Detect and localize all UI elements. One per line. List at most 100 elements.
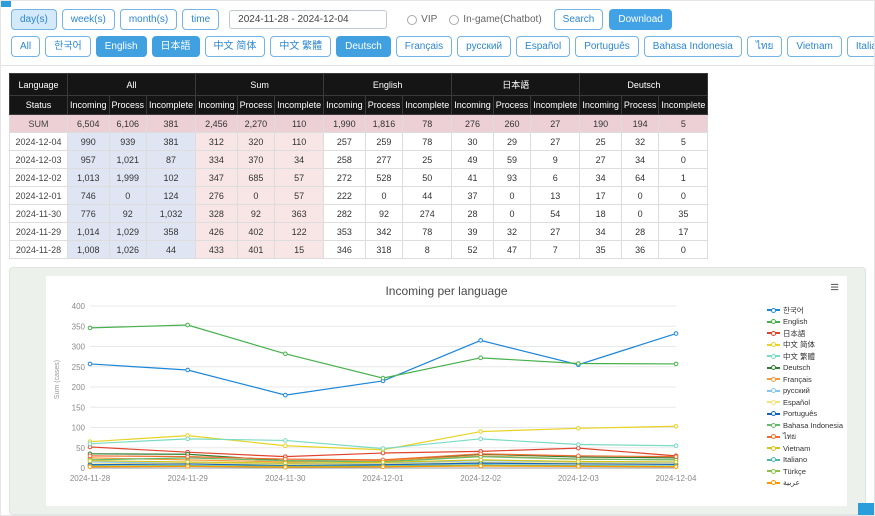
legend-item-10[interactable]: Bahasa Indonesia (767, 421, 843, 430)
language-button-vietnam[interactable]: Vietnam (787, 36, 842, 57)
legend-line-icon (767, 355, 780, 357)
row-label: 2024-11-30 (10, 205, 68, 223)
language-button-all[interactable]: All (11, 36, 40, 57)
download-button[interactable]: Download (609, 9, 671, 30)
table-cell: 110 (275, 115, 324, 133)
legend-item-7[interactable]: русский (767, 387, 843, 396)
language-button-lang-12[interactable]: ไทย (747, 36, 782, 57)
language-button-bahasa-indonesia[interactable]: Bahasa Indonesia (644, 36, 742, 57)
data-point (479, 430, 483, 434)
data-point (577, 460, 581, 464)
legend-dot-icon (771, 342, 776, 347)
sub-header-process: Process (493, 96, 531, 115)
language-button-lang-5[interactable]: 中文 繁體 (270, 36, 331, 57)
data-point (674, 460, 678, 464)
radio-circle-icon[interactable] (407, 15, 417, 25)
legend-item-8[interactable]: Español (767, 398, 843, 407)
legend-item-12[interactable]: Vietnam (767, 444, 843, 453)
table-cell: 1 (659, 169, 708, 187)
data-point (186, 437, 190, 441)
table-cell: 381 (147, 133, 196, 151)
stats-table: LanguageAllSumEnglish日本語DeutschStatusInc… (9, 73, 708, 259)
table-cell: 1,013 (68, 169, 110, 187)
table-row-2024-12-01: 2024-12-017460124276057222044370131700 (10, 187, 708, 205)
x-tick-label: 2024-12-01 (363, 474, 404, 483)
legend-item-2[interactable]: 日本語 (767, 329, 843, 338)
data-point (284, 465, 288, 469)
line-chart-svg: 0501001502002503003504002024-11-282024-1… (56, 300, 701, 492)
legend-item-11[interactable]: ไทย (767, 433, 843, 442)
table-cell: 15 (275, 241, 324, 259)
chart-panel: Incoming per language ≡ Sum (cases) 0501… (9, 267, 866, 515)
data-point (577, 446, 581, 450)
language-button-lang-3[interactable]: 日本語 (152, 36, 200, 57)
period-button-time[interactable]: time (182, 9, 219, 30)
legend-item-6[interactable]: Français (767, 375, 843, 384)
language-button-espa-ol[interactable]: Español (516, 36, 570, 57)
legend-line-icon (767, 344, 780, 346)
row-label: 2024-12-04 (10, 133, 68, 151)
table-cell: 0 (621, 187, 659, 205)
language-button-group: All한국어English日本語中文 简体中文 繁體DeutschFrançai… (1, 30, 874, 66)
language-button-english[interactable]: English (96, 36, 147, 57)
date-range-input[interactable] (229, 10, 387, 29)
language-button-fran-ais[interactable]: Français (396, 36, 452, 57)
legend-item-14[interactable]: Türkçe (767, 467, 843, 476)
table-cell: 49 (452, 151, 494, 169)
legend-label: عربية (783, 478, 800, 487)
chart-title: Incoming per language (46, 276, 847, 298)
radio-circle-icon[interactable] (449, 15, 459, 25)
table-cell: 32 (493, 223, 531, 241)
table-cell: 353 (324, 223, 366, 241)
radio-in-game-chatbot[interactable]: In-game(Chatbot) (449, 14, 541, 25)
table-corner-status: Status (10, 96, 68, 115)
legend-item-5[interactable]: Deutsch (767, 364, 843, 373)
legend-item-13[interactable]: Italiano (767, 456, 843, 465)
radio-vip[interactable]: VIP (407, 14, 437, 25)
language-button-lang-8[interactable]: русский (457, 36, 511, 57)
row-label: SUM (10, 115, 68, 133)
language-button-italiano[interactable]: Italiano (847, 36, 875, 57)
group-header-g3: 日本語 (452, 74, 580, 96)
legend-item-15[interactable]: عربية (767, 479, 843, 488)
period-button-week-s[interactable]: week(s) (62, 9, 115, 30)
legend-dot-icon (771, 354, 776, 359)
table-cell: 122 (275, 223, 324, 241)
legend-label: Deutsch (783, 363, 811, 372)
period-button-day-s[interactable]: day(s) (11, 9, 57, 30)
table-cell: 28 (621, 223, 659, 241)
data-point (479, 356, 483, 360)
search-button[interactable]: Search (554, 9, 604, 30)
legend-dot-icon (771, 308, 776, 313)
legend-item-1[interactable]: English (767, 318, 843, 327)
table-cell: 277 (365, 151, 403, 169)
scroll-button[interactable] (858, 503, 874, 515)
legend-item-4[interactable]: 中文 繁體 (767, 352, 843, 361)
table-cell: 17 (580, 187, 622, 205)
legend-item-9[interactable]: Português (767, 410, 843, 419)
period-button-month-s[interactable]: month(s) (120, 9, 177, 30)
table-cell: 1,026 (109, 241, 147, 259)
legend-line-icon (767, 378, 780, 380)
legend-item-3[interactable]: 中文 简体 (767, 341, 843, 350)
x-tick-label: 2024-12-04 (656, 474, 697, 483)
data-point (186, 465, 190, 469)
table-cell: 990 (68, 133, 110, 151)
data-point (88, 459, 92, 463)
language-button-deutsch[interactable]: Deutsch (336, 36, 391, 57)
row-label: 2024-12-01 (10, 187, 68, 205)
chart-menu-icon[interactable]: ≡ (830, 280, 839, 295)
table-cell: 36 (621, 241, 659, 259)
language-button-lang-4[interactable]: 中文 简体 (205, 36, 266, 57)
legend-dot-icon (771, 469, 776, 474)
legend-label: ไทย (783, 431, 796, 443)
data-point (88, 326, 92, 330)
language-button-lang-1[interactable]: 한국어 (45, 36, 91, 57)
table-cell: 370 (237, 151, 275, 169)
table-cell: 433 (196, 241, 238, 259)
language-button-portugu-s[interactable]: Português (575, 36, 639, 57)
y-tick-label: 300 (72, 343, 86, 352)
table-cell: 222 (324, 187, 366, 205)
legend-item-0[interactable]: 한국어 (767, 306, 843, 315)
sub-header-incoming: Incoming (452, 96, 494, 115)
